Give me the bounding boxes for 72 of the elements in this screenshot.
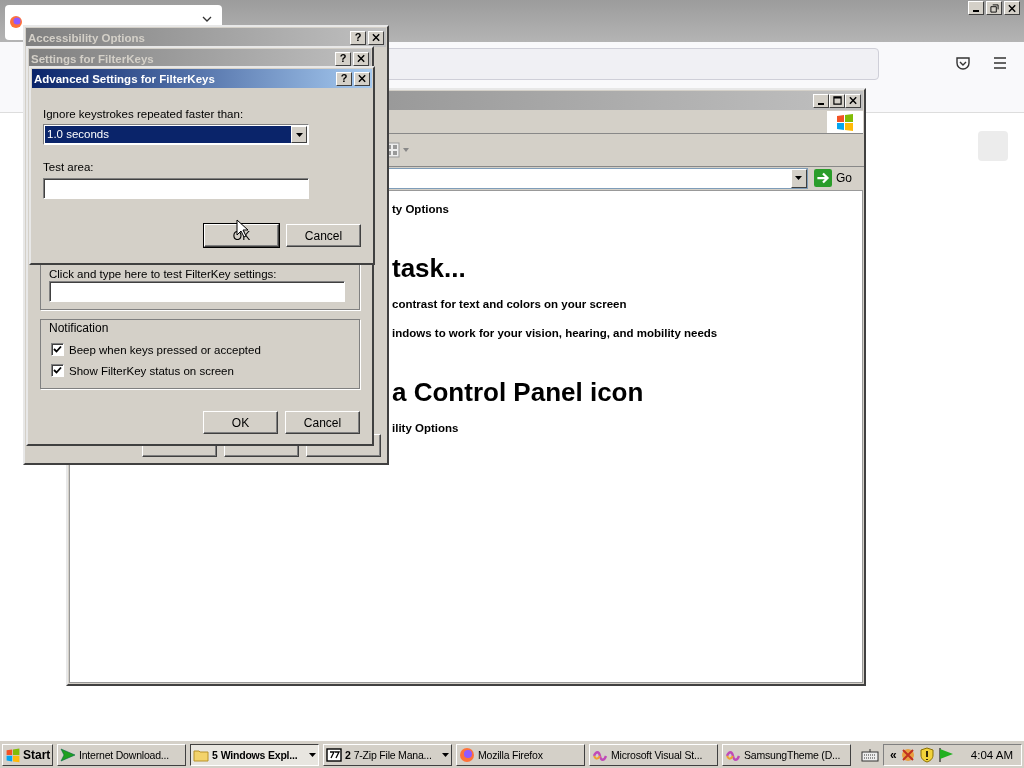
maximize-icon <box>832 96 842 105</box>
close-icon <box>848 96 858 105</box>
show-hidden-icons-button[interactable]: « <box>890 747 897 762</box>
section-heading: task... <box>392 253 466 283</box>
task-link[interactable]: contrast for text and colors on your screen <box>392 296 627 312</box>
field-label: Ignore keystrokes repeated faster than: <box>43 108 245 120</box>
close-button[interactable] <box>354 71 370 86</box>
play-arrow-icon <box>60 746 76 763</box>
dialog-button[interactable]: Cancel <box>286 224 361 247</box>
test-hint: Click and type here to test FilterKey settings: <box>49 268 278 280</box>
close-icon <box>357 74 367 83</box>
caret-icon <box>442 752 449 757</box>
chevron-down-icon[interactable] <box>202 16 212 22</box>
window-title: Advanced Settings for FilterKeys <box>34 72 216 85</box>
taskbar-button[interactable]: SamsungTheme (D... <box>722 743 851 766</box>
caret-icon <box>295 132 303 137</box>
browser-logo-icon <box>9 15 23 29</box>
taskbar-button[interactable]: Microsoft Visual St... <box>589 743 718 766</box>
caret-icon <box>309 752 316 757</box>
task-link[interactable]: indows to work for your vision, hearing, and mobility needs <box>392 325 718 341</box>
test-field[interactable] <box>43 178 309 199</box>
close-icon <box>371 33 381 42</box>
dropdown-button[interactable] <box>791 168 807 188</box>
maximize-button[interactable] <box>829 93 845 108</box>
arrow-right-icon <box>814 169 832 187</box>
field-label: Test area: <box>43 161 95 173</box>
delay-dropdown[interactable]: 1.0 seconds <box>43 124 309 145</box>
start-button[interactable]: Start <box>2 743 53 766</box>
go-button[interactable]: Go <box>814 169 852 187</box>
restore-button[interactable] <box>986 1 1002 15</box>
minimize-button[interactable] <box>968 1 984 15</box>
test-field[interactable] <box>49 281 345 302</box>
help-button[interactable]: ? <box>335 51 351 66</box>
taskbar-button[interactable]: 2 7-Zip File Mana... <box>323 743 452 766</box>
window-title: Settings for FilterKeys <box>31 52 155 65</box>
checkbox-label: Show FilterKey status on screen <box>69 364 234 377</box>
close-button[interactable] <box>845 93 861 108</box>
group-legend: Notification <box>49 321 351 335</box>
clock[interactable]: 4:04 AM <box>970 748 1013 761</box>
close-button[interactable] <box>1004 1 1020 15</box>
dialog-button[interactable]: OK <box>203 411 278 434</box>
section-heading: a Control Panel icon <box>392 377 644 407</box>
windows-flag-icon <box>835 112 855 132</box>
restore-icon <box>989 3 999 13</box>
checkbox[interactable] <box>51 364 64 377</box>
help-button[interactable]: ? <box>336 71 352 86</box>
checkbox[interactable] <box>51 343 64 356</box>
taskbar-button[interactable]: Mozilla Firefox <box>456 743 585 766</box>
pocket-icon[interactable] <box>955 55 971 71</box>
keyboard-icon[interactable] <box>861 747 879 762</box>
menu-icon[interactable] <box>992 56 1008 70</box>
checkbox-label: Beep when keys pressed or accepted <box>69 343 261 356</box>
window-title: Accessibility Options <box>28 31 146 44</box>
close-icon <box>356 54 366 63</box>
close-button[interactable] <box>353 51 369 66</box>
dropdown-button[interactable] <box>291 126 307 143</box>
flag-icon[interactable] <box>937 746 954 763</box>
taskbar-button[interactable]: 5 Windows Expl... <box>190 743 319 766</box>
minimize-button[interactable] <box>813 93 829 108</box>
caret-icon <box>795 176 803 180</box>
minimize-icon <box>973 10 979 12</box>
taskbar-button[interactable]: Internet Download... <box>57 743 186 766</box>
dialog-button[interactable]: Cancel <box>285 411 360 434</box>
task-link[interactable]: ty Options <box>392 201 449 217</box>
close-button[interactable] <box>368 30 384 45</box>
task-link[interactable]: ility Options <box>392 420 459 436</box>
close-icon <box>1007 3 1017 13</box>
shield-icon[interactable] <box>918 746 935 763</box>
browser-logo-icon <box>459 746 475 763</box>
minimize-icon <box>818 102 824 105</box>
help-button[interactable]: ? <box>350 30 366 45</box>
windows-flag-icon <box>5 746 21 763</box>
